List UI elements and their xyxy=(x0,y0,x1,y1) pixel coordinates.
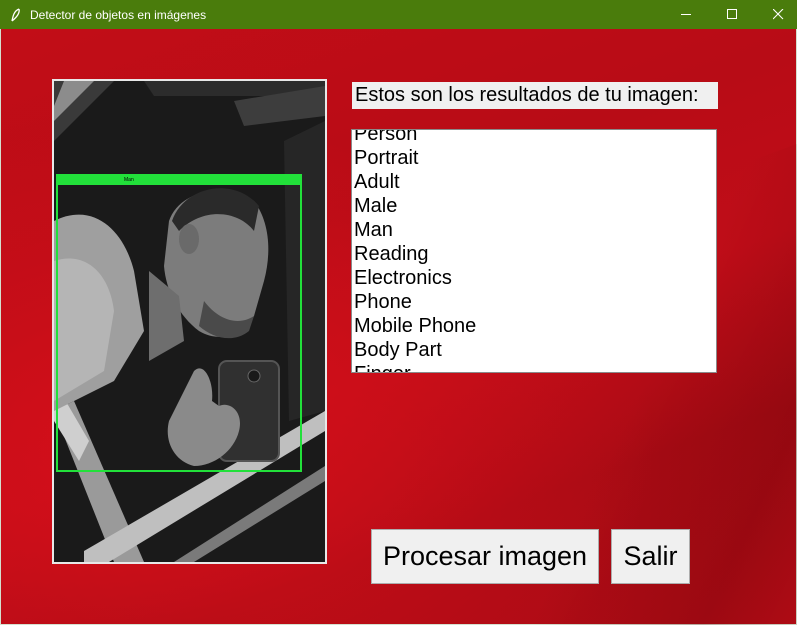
detection-label: Man xyxy=(124,177,134,183)
list-item[interactable]: Finger xyxy=(354,362,476,372)
list-item[interactable]: Person xyxy=(354,130,476,146)
minimize-button[interactable] xyxy=(663,0,709,29)
title-bar[interactable]: Detector de objetos en imágenes xyxy=(0,0,797,29)
results-list[interactable]: Person Portrait Adult Male Man Reading Electro… xyxy=(354,130,476,372)
list-item[interactable]: Phone xyxy=(354,290,476,314)
minimize-icon xyxy=(680,14,691,15)
feather-icon xyxy=(8,7,24,23)
image-preview: Man xyxy=(52,79,327,564)
main-window: Man Estos son los resultados de tu image… xyxy=(0,29,797,625)
maximize-button[interactable] xyxy=(709,0,755,29)
list-item[interactable]: Mobile Phone xyxy=(354,314,476,338)
detection-label-bar xyxy=(56,174,302,185)
photo: Man xyxy=(54,81,325,562)
list-item[interactable]: Man xyxy=(354,218,476,242)
list-item[interactable]: Male xyxy=(354,194,476,218)
exit-button[interactable]: Salir xyxy=(611,529,690,584)
close-button[interactable] xyxy=(755,0,797,29)
window-title: Detector de objetos en imágenes xyxy=(30,7,207,22)
list-item[interactable]: Adult xyxy=(354,170,476,194)
list-item[interactable]: Reading xyxy=(354,242,476,266)
close-icon xyxy=(772,9,783,20)
process-image-button[interactable]: Procesar imagen xyxy=(371,529,599,584)
maximize-icon xyxy=(726,9,737,19)
list-item[interactable]: Portrait xyxy=(354,146,476,170)
list-item[interactable]: Electronics xyxy=(354,266,476,290)
list-item[interactable]: Body Part xyxy=(354,338,476,362)
results-listbox[interactable]: Person Portrait Adult Male Man Reading Electro… xyxy=(351,129,717,373)
results-heading: Estos son los resultados de tu imagen: xyxy=(352,82,718,109)
